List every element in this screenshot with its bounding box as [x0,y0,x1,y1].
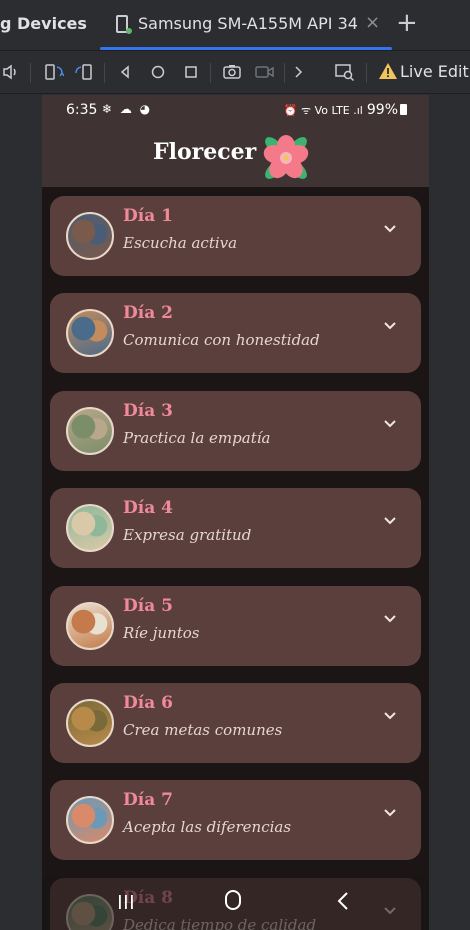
divider [30,63,31,83]
day-card[interactable]: Día 2 Comunica con honestidad [50,293,421,374]
divider [104,63,105,83]
day-label: Día 2 [123,303,173,324]
app-title: Florecer [153,139,257,165]
day-card[interactable]: Día 7 Acepta las diferencias [50,780,421,861]
add-tab-button[interactable]: + [396,8,418,38]
day-label: Día 5 [123,595,173,616]
back-button-icon[interactable] [336,891,350,911]
day-title: Escucha activa [123,234,238,252]
system-nav-bar [42,875,429,930]
couple-avatar-image [66,601,114,650]
chevron-down-icon[interactable] [383,806,397,820]
day-label: Día 4 [123,498,173,519]
day-card[interactable]: Día 4 Expresa gratitud [50,488,421,569]
system-status-icons: ⏰ ᯤ Vo LTE .ıl [283,104,363,117]
tab-samsung-device[interactable]: Samsung SM-A155M API 34 × [100,0,392,50]
chevron-down-icon[interactable] [383,514,397,528]
couple-avatar-image [66,212,114,260]
battery-level: 99% [366,102,398,118]
ide-tab-bar: g Devices Samsung SM-A155M API 34 × + [0,0,470,50]
record-icon[interactable] [254,62,276,82]
warning-icon [379,63,397,79]
couple-avatar-image [66,309,114,358]
notification-icons: ❄ ☁ ◕ [102,102,153,116]
day-label: Día 3 [123,400,173,421]
day-title: Crea metas comunes [123,721,283,739]
couple-avatar-image [66,796,114,845]
day-title: Comunica con honestidad [123,331,320,350]
screenshot-icon[interactable] [222,62,242,82]
chevron-down-icon[interactable] [383,709,397,723]
app-bar: Florecer [42,127,429,187]
day-card[interactable]: Día 3 Practica la empatía [50,390,421,471]
connected-dot-icon [126,28,132,34]
rotate-left-icon[interactable] [44,62,64,82]
day-title: Practica la empatía [123,428,271,447]
chevron-down-icon[interactable] [383,319,397,333]
couple-avatar-image [66,504,114,553]
recent-apps-icon[interactable] [116,893,136,911]
overview-icon[interactable] [183,62,199,82]
home-button-icon[interactable] [225,890,241,910]
day-title: Expresa gratitud [123,526,252,545]
inspect-icon[interactable] [334,62,356,82]
couple-avatar-image [66,406,114,455]
tab-running-devices[interactable]: g Devices [0,14,87,33]
system-icons: ⏰ ᯤ Vo LTE .ıl 99% [284,102,407,118]
status-time: 6:35 [66,102,98,118]
status-bar: 6:35 ❄ ☁ ◕ ⏰ ᯤ Vo LTE .ıl 99% [42,95,429,127]
tab-device-label: Samsung SM-A155M API 34 [138,14,358,33]
chevron-down-icon[interactable] [383,417,397,431]
chevron-down-icon[interactable] [383,222,397,236]
day-title: Acepta las diferencias [123,818,292,837]
more-icon[interactable] [292,62,304,82]
live-edit-label: Live Edit [400,62,469,81]
divider [210,63,211,83]
close-tab-icon[interactable]: × [365,12,380,33]
divider [366,63,367,83]
device-screen[interactable]: 6:35 ❄ ☁ ◕ ⏰ ᯤ Vo LTE .ıl 99% Florecer D… [42,95,429,930]
battery-icon [400,104,407,115]
back-icon[interactable] [118,62,132,82]
home-icon[interactable] [150,62,166,82]
volume-icon[interactable] [2,62,18,82]
flower-icon [263,135,309,179]
day-label: Día 1 [123,206,173,226]
rotate-right-icon[interactable] [74,62,94,82]
couple-avatar-image [66,699,114,747]
device-toolbar: Live Edit [0,51,470,94]
day-card[interactable]: Día 1 Escucha activa [50,196,421,276]
day-label: Día 6 [123,693,173,713]
divider [284,63,285,83]
day-card[interactable]: Día 5 Ríe juntos [50,585,421,666]
day-label: Día 7 [123,790,173,811]
chevron-down-icon[interactable] [383,612,397,626]
day-card[interactable]: Día 6 Crea metas comunes [50,683,421,763]
day-title: Ríe juntos [123,623,200,642]
